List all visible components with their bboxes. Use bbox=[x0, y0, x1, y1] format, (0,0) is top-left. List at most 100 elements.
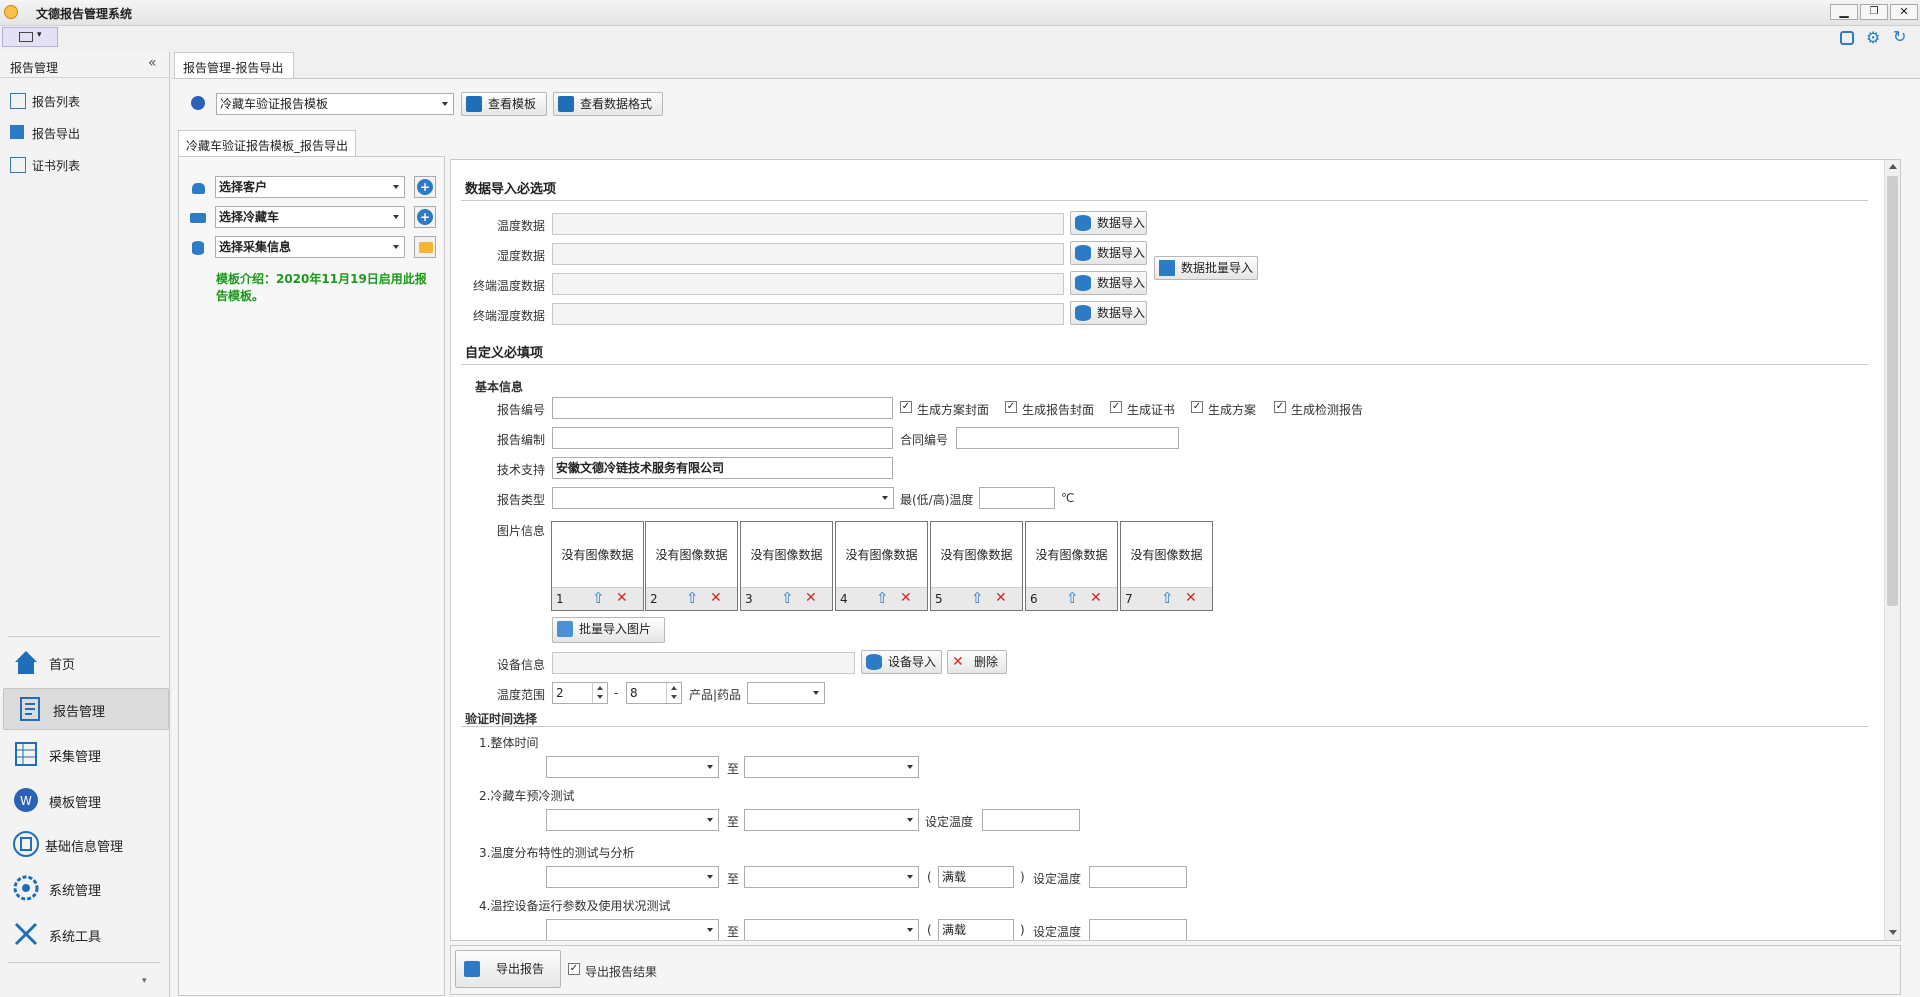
precool-set-temp-field[interactable] bbox=[982, 809, 1080, 831]
image-slot: 没有图像数据 3 ⇧ ✕ bbox=[740, 521, 833, 611]
batch-import-button[interactable]: 数据批量导入 bbox=[1154, 256, 1258, 280]
export-report-button[interactable]: 导出报告 bbox=[455, 950, 561, 988]
checkbox-test-report[interactable]: ✓ bbox=[1274, 401, 1286, 413]
scroll-down-icon[interactable] bbox=[1889, 930, 1897, 935]
temp-low-field[interactable]: 2 bbox=[552, 682, 608, 704]
terminal-humidity-import-button[interactable]: 数据导入 bbox=[1070, 301, 1147, 325]
delete-icon[interactable]: ✕ bbox=[805, 590, 817, 606]
restore-button[interactable]: ❐ bbox=[1860, 4, 1888, 20]
distribution-start-select[interactable] bbox=[546, 866, 719, 888]
add-customer-button[interactable]: + bbox=[414, 176, 436, 198]
temp-high-field[interactable]: 8 bbox=[626, 682, 682, 704]
upload-icon[interactable]: ⇧ bbox=[686, 590, 699, 606]
terminal-humidity-field[interactable] bbox=[552, 303, 1064, 325]
collect-select[interactable]: 选择采集信息 bbox=[215, 236, 405, 258]
report-author-field[interactable] bbox=[552, 427, 893, 449]
batch-images-button[interactable]: 批量导入图片 bbox=[552, 617, 665, 643]
delete-icon[interactable]: ✕ bbox=[710, 590, 722, 606]
nav-system-tools[interactable]: 系统工具 bbox=[0, 914, 168, 954]
tab-report-export[interactable]: 报告管理-报告导出 bbox=[174, 52, 294, 78]
device-info-field[interactable] bbox=[552, 652, 855, 674]
distribution-load-field[interactable]: 满载 bbox=[938, 866, 1014, 888]
refresh-icon[interactable]: ↻ bbox=[1893, 29, 1906, 45]
terminal-temp-field[interactable] bbox=[552, 273, 1064, 295]
nav-template-management[interactable]: W 模板管理 bbox=[0, 780, 168, 820]
tech-support-field[interactable]: 安徽文德冷链技术服务有限公司 bbox=[552, 457, 893, 479]
vehicle-select[interactable]: 选择冷藏车 bbox=[215, 206, 405, 228]
delete-icon[interactable]: ✕ bbox=[616, 590, 628, 606]
minimize-button[interactable]: ▁ bbox=[1830, 4, 1858, 20]
contract-no-field[interactable] bbox=[956, 427, 1179, 449]
report-type-select[interactable] bbox=[552, 487, 894, 509]
nav-basic-info[interactable]: 基础信息管理 bbox=[0, 824, 168, 864]
delete-icon[interactable]: ✕ bbox=[900, 590, 912, 606]
checkbox-plan[interactable]: ✓ bbox=[1191, 401, 1203, 413]
sidebar-item-report-export[interactable]: 报告导出 bbox=[0, 120, 168, 146]
import-label-terminal-humidity: 终端湿度数据 bbox=[472, 309, 545, 323]
add-vehicle-button[interactable]: + bbox=[414, 206, 436, 228]
upload-icon[interactable]: ⇧ bbox=[781, 590, 794, 606]
equipment-end-select[interactable] bbox=[744, 919, 919, 940]
verify-section-label: 1.整体时间 bbox=[479, 736, 539, 750]
spinner-icon[interactable] bbox=[592, 683, 607, 703]
delete-icon[interactable]: ✕ bbox=[1185, 590, 1197, 606]
upload-icon[interactable]: ⇧ bbox=[1066, 590, 1079, 606]
precool-start-select[interactable] bbox=[546, 809, 719, 831]
chevron-down-icon[interactable]: ▾ bbox=[142, 976, 147, 986]
upload-icon[interactable]: ⇧ bbox=[971, 590, 984, 606]
nav-system-management[interactable]: 系统管理 bbox=[0, 868, 168, 908]
view-data-format-button[interactable]: 查看数据格式 bbox=[553, 92, 663, 116]
customer-select[interactable]: 选择客户 bbox=[215, 176, 405, 198]
upload-icon[interactable]: ⇧ bbox=[876, 590, 889, 606]
nav-collection-management[interactable]: 采集管理 bbox=[0, 734, 168, 774]
sidebar: 报告管理 « 报告列表 报告导出 证书列表 首页 报告管理 采集管理 W 模板管… bbox=[0, 52, 170, 997]
precool-end-select[interactable] bbox=[744, 809, 919, 831]
distribution-set-temp-field[interactable] bbox=[1089, 866, 1187, 888]
button-label: 数据导入 bbox=[1097, 306, 1146, 320]
template-select[interactable]: 冷藏车验证报告模板 bbox=[216, 93, 454, 115]
equipment-set-temp-field[interactable] bbox=[1089, 919, 1187, 940]
nav-home[interactable]: 首页 bbox=[0, 642, 168, 682]
spinner-icon[interactable] bbox=[666, 683, 681, 703]
view-template-button[interactable]: 查看模板 bbox=[461, 92, 547, 116]
nav-report-management[interactable]: 报告管理 bbox=[3, 688, 169, 730]
product-select[interactable] bbox=[747, 682, 825, 704]
temp-data-field[interactable] bbox=[552, 213, 1064, 235]
tab-template-export[interactable]: 冷藏车验证报告模板_报告导出 bbox=[178, 130, 356, 156]
vertical-scrollbar[interactable] bbox=[1884, 160, 1900, 940]
delete-icon[interactable]: ✕ bbox=[995, 590, 1007, 606]
device-import-button[interactable]: 设备导入 bbox=[861, 650, 942, 674]
gear-icon[interactable]: ⚙ bbox=[1866, 30, 1880, 46]
terminal-temp-import-button[interactable]: 数据导入 bbox=[1070, 271, 1147, 295]
report-no-field[interactable] bbox=[552, 397, 893, 419]
distribution-end-select[interactable] bbox=[744, 866, 919, 888]
equipment-load-field[interactable]: 满载 bbox=[938, 919, 1014, 940]
user-icon[interactable] bbox=[1840, 31, 1854, 45]
open-folder-button[interactable] bbox=[414, 236, 436, 258]
equipment-start-select[interactable] bbox=[546, 919, 719, 940]
temp-import-button[interactable]: 数据导入 bbox=[1070, 211, 1147, 235]
scroll-up-icon[interactable] bbox=[1889, 164, 1897, 169]
checkbox-certificate[interactable]: ✓ bbox=[1110, 401, 1122, 413]
upload-icon[interactable]: ⇧ bbox=[592, 590, 605, 606]
close-button[interactable]: ✕ bbox=[1890, 4, 1918, 20]
sidebar-item-certificate-list[interactable]: 证书列表 bbox=[0, 152, 168, 178]
temp-minmax-field[interactable] bbox=[979, 487, 1055, 509]
delete-button[interactable]: ✕ 删除 bbox=[947, 650, 1007, 674]
collapse-icon[interactable]: « bbox=[148, 55, 157, 71]
upload-icon[interactable]: ⇧ bbox=[1161, 590, 1174, 606]
no-image-text: 没有图像数据 bbox=[561, 548, 634, 562]
checkbox-report-cover[interactable]: ✓ bbox=[1005, 401, 1017, 413]
delete-icon[interactable]: ✕ bbox=[1090, 590, 1102, 606]
chevron-down-icon bbox=[437, 94, 453, 114]
export-result-checkbox[interactable]: ✓ bbox=[568, 963, 580, 975]
layout-toggle-button[interactable]: ▾ bbox=[2, 27, 58, 47]
sidebar-item-report-list[interactable]: 报告列表 bbox=[0, 88, 168, 114]
overall-end-select[interactable] bbox=[744, 756, 919, 778]
scroll-thumb[interactable] bbox=[1887, 176, 1898, 606]
no-image-text: 没有图像数据 bbox=[750, 548, 823, 562]
humidity-import-button[interactable]: 数据导入 bbox=[1070, 241, 1147, 265]
humidity-data-field[interactable] bbox=[552, 243, 1064, 265]
overall-start-select[interactable] bbox=[546, 756, 719, 778]
checkbox-plan-cover[interactable]: ✓ bbox=[900, 401, 912, 413]
